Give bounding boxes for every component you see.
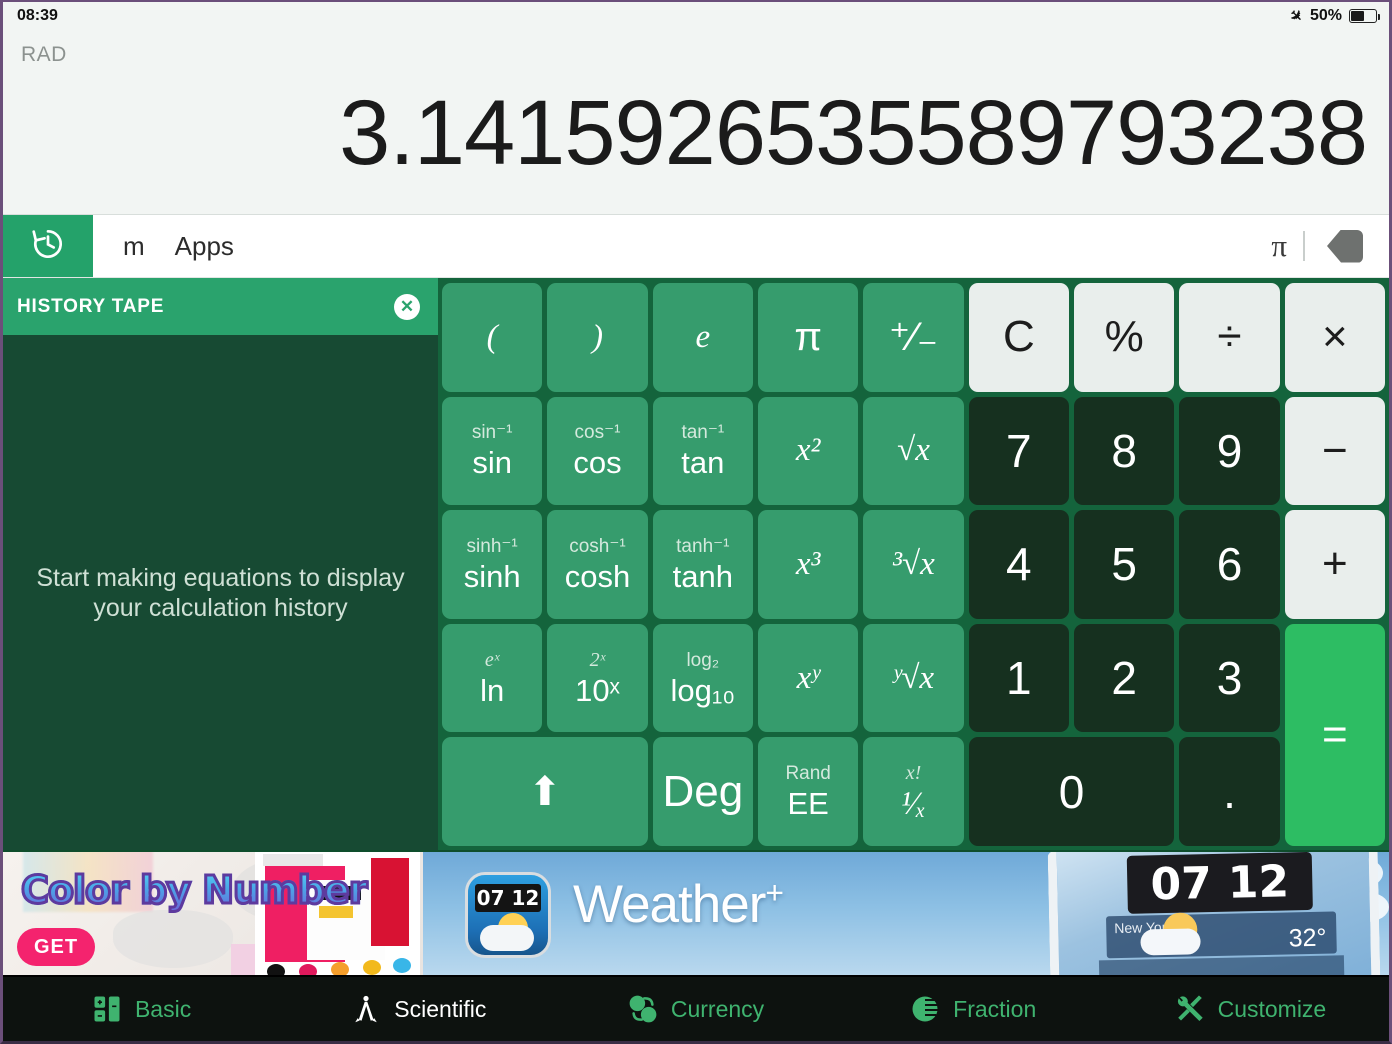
display-value[interactable]: 3.1415926535589793238 bbox=[3, 53, 1389, 214]
toolbar-pi-button[interactable]: π bbox=[1255, 228, 1303, 264]
ad-color-by-number[interactable]: Color by Number GET bbox=[3, 852, 423, 975]
pie-chart-icon bbox=[910, 994, 940, 1024]
tools-icon bbox=[1175, 994, 1205, 1024]
nav-label-fraction: Fraction bbox=[953, 995, 1037, 1022]
nav-item-scientific[interactable]: Scientific bbox=[280, 994, 557, 1024]
toolbar-items: m Apps bbox=[93, 215, 1255, 277]
currency-exchange-icon bbox=[628, 994, 658, 1024]
toolbar: m Apps π × bbox=[3, 215, 1389, 278]
key-euler-e[interactable]: e bbox=[652, 283, 753, 392]
airplane-icon: ✈ bbox=[1285, 5, 1307, 27]
ad-tablet-clock: 07 12 bbox=[1126, 852, 1313, 914]
toolbar-item-memory[interactable]: m bbox=[123, 231, 145, 262]
key-digit-2[interactable]: 2 bbox=[1074, 623, 1175, 733]
history-empty-message: Start making equations to display your c… bbox=[36, 563, 405, 622]
nav-label-basic: Basic bbox=[134, 995, 192, 1022]
ad-tablet-weather-panel: New York 32° bbox=[1105, 911, 1337, 959]
battery-icon bbox=[1349, 8, 1380, 23]
toolbar-item-apps[interactable]: Apps bbox=[175, 231, 234, 262]
nav-label-scientific: Scientific bbox=[394, 995, 487, 1022]
toolbar-right: π × bbox=[1255, 215, 1389, 277]
key-y-root-x[interactable]: ʸ√x bbox=[863, 623, 964, 733]
keypad: ( ) e π ⁺⁄₋ C % ÷ × sin⁻¹ sin cos⁻¹ cos … bbox=[438, 278, 1389, 850]
key-cube-root[interactable]: ³√x bbox=[863, 510, 964, 619]
ad-icon-clock: 07 12 bbox=[475, 884, 541, 912]
key-digit-7[interactable]: 7 bbox=[968, 396, 1069, 506]
key-ten-power-x[interactable]: 2ˣ 10ˣ bbox=[547, 623, 648, 733]
key-close-paren[interactable]: ) bbox=[547, 283, 648, 392]
close-icon[interactable]: ✕ bbox=[394, 293, 420, 320]
key-open-paren[interactable]: ( bbox=[442, 283, 543, 392]
key-pi[interactable]: π bbox=[758, 283, 859, 392]
backspace-glyph: × bbox=[1363, 235, 1375, 257]
key-digit-6[interactable]: 6 bbox=[1179, 510, 1280, 619]
key-log-base-10[interactable]: log₂ log₁₀ bbox=[652, 623, 753, 733]
key-plus[interactable]: + bbox=[1284, 510, 1385, 619]
toolbar-divider bbox=[1303, 231, 1305, 261]
key-tanh[interactable]: tanh⁻¹ tanh bbox=[652, 510, 753, 619]
key-multiply[interactable]: × bbox=[1284, 283, 1385, 392]
key-x-squared[interactable]: x² bbox=[758, 396, 859, 506]
key-digit-1[interactable]: 1 bbox=[968, 623, 1069, 733]
calculator-display: RAD 3.1415926535589793238 bbox=[3, 29, 1389, 215]
key-digit-4[interactable]: 4 bbox=[968, 510, 1069, 619]
bottom-navigation: Basic Scientific Currency Fraction Custo… bbox=[3, 977, 1389, 1041]
history-content: Start making equations to display your c… bbox=[3, 335, 438, 850]
key-cosh[interactable]: cosh⁻¹ cosh bbox=[547, 510, 648, 619]
history-title: HISTORY TAPE bbox=[17, 295, 165, 317]
key-minus[interactable]: − bbox=[1284, 396, 1385, 506]
nav-item-basic[interactable]: Basic bbox=[3, 994, 280, 1024]
key-sinh[interactable]: sinh⁻¹ sinh bbox=[442, 510, 543, 619]
key-square-root[interactable]: √x bbox=[863, 396, 964, 506]
status-time: 08:39 bbox=[17, 6, 58, 24]
nav-label-customize: Customize bbox=[1217, 995, 1327, 1022]
key-shift[interactable]: ⬆ bbox=[442, 737, 648, 846]
nav-label-currency: Currency bbox=[670, 995, 765, 1022]
key-tan[interactable]: tan⁻¹ tan bbox=[652, 396, 753, 506]
key-sin[interactable]: sin⁻¹ sin bbox=[442, 396, 543, 506]
key-plus-minus[interactable]: ⁺⁄₋ bbox=[863, 283, 964, 392]
history-header: HISTORY TAPE ✕ bbox=[3, 278, 438, 335]
key-reciprocal[interactable]: x! ¹⁄ₓ bbox=[863, 737, 964, 846]
ad-right-title: Weather+ bbox=[573, 874, 784, 934]
key-digit-9[interactable]: 9 bbox=[1179, 396, 1280, 506]
battery-percent-label: 50% bbox=[1309, 6, 1342, 24]
main-body: HISTORY TAPE ✕ Start making equations to… bbox=[3, 278, 1389, 850]
calculator-app: 08:39 ✈ 50% RAD 3.1415926535589793238 m … bbox=[0, 0, 1392, 1044]
key-digit-8[interactable]: 8 bbox=[1074, 396, 1175, 506]
nav-item-customize[interactable]: Customize bbox=[1112, 994, 1389, 1024]
key-angle-unit-deg[interactable]: Deg bbox=[652, 737, 753, 846]
nav-item-currency[interactable]: Currency bbox=[557, 994, 834, 1024]
compass-icon bbox=[351, 994, 381, 1024]
key-digit-5[interactable]: 5 bbox=[1074, 510, 1175, 619]
backspace-icon[interactable]: × bbox=[1321, 229, 1375, 263]
key-natural-log[interactable]: eˣ ln bbox=[442, 623, 543, 733]
history-panel: HISTORY TAPE ✕ Start making equations to… bbox=[3, 278, 438, 850]
key-x-power-y[interactable]: xʸ bbox=[758, 623, 859, 733]
key-percent[interactable]: % bbox=[1074, 283, 1175, 392]
calculator-icon bbox=[92, 994, 122, 1024]
key-exponent-ee[interactable]: Rand EE bbox=[758, 737, 859, 846]
ad-weather-app-icon: 07 12 bbox=[465, 872, 551, 958]
key-x-cubed[interactable]: x³ bbox=[758, 510, 859, 619]
key-digit-3[interactable]: 3 bbox=[1179, 623, 1280, 733]
ad-get-button[interactable]: GET bbox=[17, 928, 95, 966]
ad-banner[interactable]: Color by Number GET 07 12 Weather+ 07 12… bbox=[3, 850, 1389, 977]
ad-weather-plus[interactable]: 07 12 Weather+ 07 12 New York 32° bbox=[423, 852, 1389, 975]
key-decimal-point[interactable]: . bbox=[1179, 737, 1280, 846]
key-divide[interactable]: ÷ bbox=[1179, 283, 1280, 392]
status-bar: 08:39 ✈ 50% bbox=[3, 2, 1389, 29]
ad-left-title: Color by Number bbox=[19, 867, 368, 914]
history-clock-icon bbox=[29, 225, 67, 268]
key-cos[interactable]: cos⁻¹ cos bbox=[547, 396, 648, 506]
key-digit-0[interactable]: 0 bbox=[968, 737, 1175, 846]
key-equals[interactable]: = bbox=[1284, 623, 1385, 846]
key-clear[interactable]: C bbox=[968, 283, 1069, 392]
status-right: ✈ 50% bbox=[1286, 5, 1380, 26]
history-toggle-button[interactable] bbox=[3, 215, 93, 277]
nav-item-fraction[interactable]: Fraction bbox=[835, 994, 1112, 1024]
ad-tablet-image: 07 12 New York 32° bbox=[1047, 852, 1381, 975]
